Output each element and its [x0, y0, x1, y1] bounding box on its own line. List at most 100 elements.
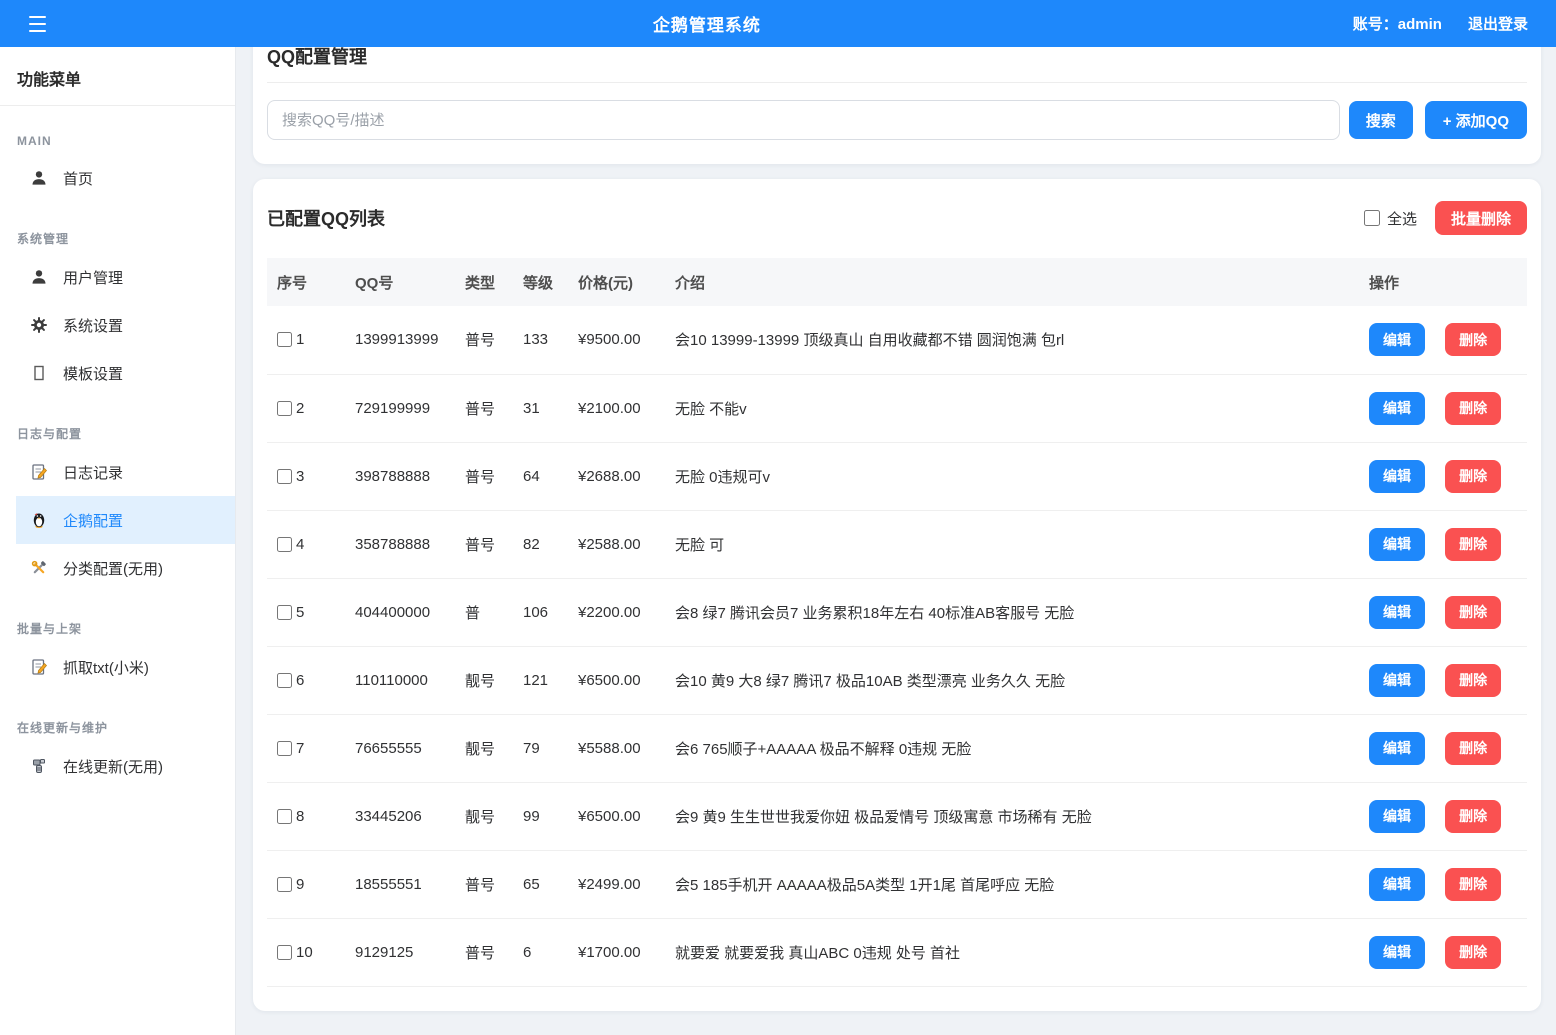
qq-price: ¥6500.00	[568, 646, 665, 714]
row-checkbox[interactable]	[277, 877, 292, 892]
add-qq-button[interactable]: + 添加QQ	[1425, 101, 1527, 139]
row-checkbox[interactable]	[277, 332, 292, 347]
row-index: 4	[296, 536, 304, 553]
qq-level: 106	[513, 578, 568, 646]
tools-icon	[30, 559, 48, 577]
row-checkbox[interactable]	[277, 469, 292, 484]
qq-price: ¥5588.00	[568, 714, 665, 782]
search-input[interactable]	[267, 100, 1340, 140]
col-price: 价格(元)	[568, 258, 665, 306]
sidebar-item-log-records[interactable]: 日志记录	[16, 448, 235, 496]
row-index: 6	[296, 672, 304, 689]
qq-number: 18555551	[345, 850, 455, 918]
qq-level: 82	[513, 510, 568, 578]
row-checkbox[interactable]	[277, 945, 292, 960]
qq-level: 121	[513, 646, 568, 714]
edit-button[interactable]: 编辑	[1369, 460, 1425, 493]
sidebar-item-settings[interactable]: 系统设置	[16, 301, 235, 349]
row-checkbox[interactable]	[277, 537, 292, 552]
qq-description: 无脸 不能v	[665, 374, 1359, 442]
sidebar-item-grab-txt[interactable]: 抓取txt(小米)	[16, 643, 235, 691]
row-checkbox[interactable]	[277, 673, 292, 688]
edit-button[interactable]: 编辑	[1369, 528, 1425, 561]
delete-button[interactable]: 删除	[1445, 460, 1501, 493]
select-all-control[interactable]: 全选	[1364, 208, 1417, 229]
qq-price: ¥2200.00	[568, 578, 665, 646]
qq-type: 靓号	[455, 714, 513, 782]
search-button[interactable]: 搜索	[1349, 101, 1413, 139]
qq-number: 729199999	[345, 374, 455, 442]
delete-button[interactable]: 删除	[1445, 868, 1501, 901]
table-row: 4 358788888 普号 82 ¥2588.00 无脸 可 编辑 删除	[267, 510, 1527, 578]
logout-link[interactable]: 退出登录	[1468, 13, 1528, 34]
qq-description: 会9 黄9 生生世世我爱你妞 极品爱情号 顶级寓意 市场稀有 无脸	[665, 782, 1359, 850]
delete-button[interactable]: 删除	[1445, 936, 1501, 969]
sidebar-title: 功能菜单	[0, 47, 235, 106]
qq-type: 普号	[455, 918, 513, 986]
memo-icon	[30, 463, 48, 481]
row-checkbox[interactable]	[277, 741, 292, 756]
sidebar-item-template[interactable]: 模板设置	[16, 349, 235, 397]
table-row: 8 33445206 靓号 99 ¥6500.00 会9 黄9 生生世世我爱你妞…	[267, 782, 1527, 850]
qq-type: 普号	[455, 306, 513, 374]
row-index: 3	[296, 468, 304, 485]
qq-level: 65	[513, 850, 568, 918]
col-actions: 操作	[1359, 258, 1527, 306]
penguin-icon	[30, 511, 48, 529]
edit-button[interactable]: 编辑	[1369, 392, 1425, 425]
delete-button[interactable]: 删除	[1445, 392, 1501, 425]
sidebar-item-label: 分类配置(无用)	[63, 558, 163, 579]
qq-type: 靓号	[455, 782, 513, 850]
qq-description: 会5 185手机开 AAAAA极品5A类型 1开1尾 首尾呼应 无脸	[665, 850, 1359, 918]
qq-type: 普号	[455, 442, 513, 510]
qq-price: ¥9500.00	[568, 306, 665, 374]
qq-description: 无脸 可	[665, 510, 1359, 578]
qq-number: 110110000	[345, 646, 455, 714]
sidebar-item-label: 系统设置	[63, 315, 123, 336]
qq-number: 398788888	[345, 442, 455, 510]
delete-button[interactable]: 删除	[1445, 596, 1501, 629]
qq-number: 76655555	[345, 714, 455, 782]
delete-button[interactable]: 删除	[1445, 800, 1501, 833]
qq-description: 会8 绿7 腾讯会员7 业务累积18年左右 40标准AB客服号 无脸	[665, 578, 1359, 646]
delete-button[interactable]: 删除	[1445, 732, 1501, 765]
qq-level: 31	[513, 374, 568, 442]
qq-type: 靓号	[455, 646, 513, 714]
sidebar-section-update: 在线更新与维护	[0, 719, 235, 736]
select-all-checkbox[interactable]	[1364, 210, 1380, 226]
sidebar-item-penguin-config[interactable]: 企鹅配置	[16, 496, 235, 544]
edit-button[interactable]: 编辑	[1369, 732, 1425, 765]
user-icon	[30, 268, 48, 286]
sidebar-item-online-update[interactable]: 在线更新(无用)	[16, 742, 235, 790]
delete-button[interactable]: 删除	[1445, 528, 1501, 561]
row-checkbox[interactable]	[277, 401, 292, 416]
edit-button[interactable]: 编辑	[1369, 868, 1425, 901]
edit-button[interactable]: 编辑	[1369, 323, 1425, 356]
row-checkbox[interactable]	[277, 605, 292, 620]
edit-button[interactable]: 编辑	[1369, 596, 1425, 629]
sidebar-section-system: 系统管理	[0, 230, 235, 247]
table-row: 9 18555551 普号 65 ¥2499.00 会5 185手机开 AAAA…	[267, 850, 1527, 918]
sidebar-section-logs: 日志与配置	[0, 425, 235, 442]
menu-toggle-button[interactable]	[14, 7, 61, 40]
qq-level: 133	[513, 306, 568, 374]
qq-description: 会6 765顺子+AAAAA 极品不解释 0违规 无脸	[665, 714, 1359, 782]
qq-list-card: 已配置QQ列表 全选 批量删除 序号 QQ号 类型 等级 价	[253, 179, 1541, 1011]
col-type: 类型	[455, 258, 513, 306]
col-index: 序号	[267, 258, 345, 306]
sidebar: 功能菜单 MAIN 首页 系统管理 用户管理 系统设置 模板设置 日志与配置 日…	[0, 47, 236, 1035]
row-checkbox[interactable]	[277, 809, 292, 824]
qq-description: 无脸 0违规可v	[665, 442, 1359, 510]
app-title: 企鹅管理系统	[61, 11, 1353, 36]
edit-button[interactable]: 编辑	[1369, 800, 1425, 833]
delete-button[interactable]: 删除	[1445, 323, 1501, 356]
sidebar-item-home[interactable]: 首页	[16, 154, 235, 202]
edit-button[interactable]: 编辑	[1369, 936, 1425, 969]
delete-button[interactable]: 删除	[1445, 664, 1501, 697]
qq-number: 404400000	[345, 578, 455, 646]
bulk-delete-button[interactable]: 批量删除	[1435, 201, 1527, 235]
edit-button[interactable]: 编辑	[1369, 664, 1425, 697]
sidebar-item-users[interactable]: 用户管理	[16, 253, 235, 301]
sidebar-item-label: 模板设置	[63, 363, 123, 384]
sidebar-item-category-config[interactable]: 分类配置(无用)	[16, 544, 235, 592]
